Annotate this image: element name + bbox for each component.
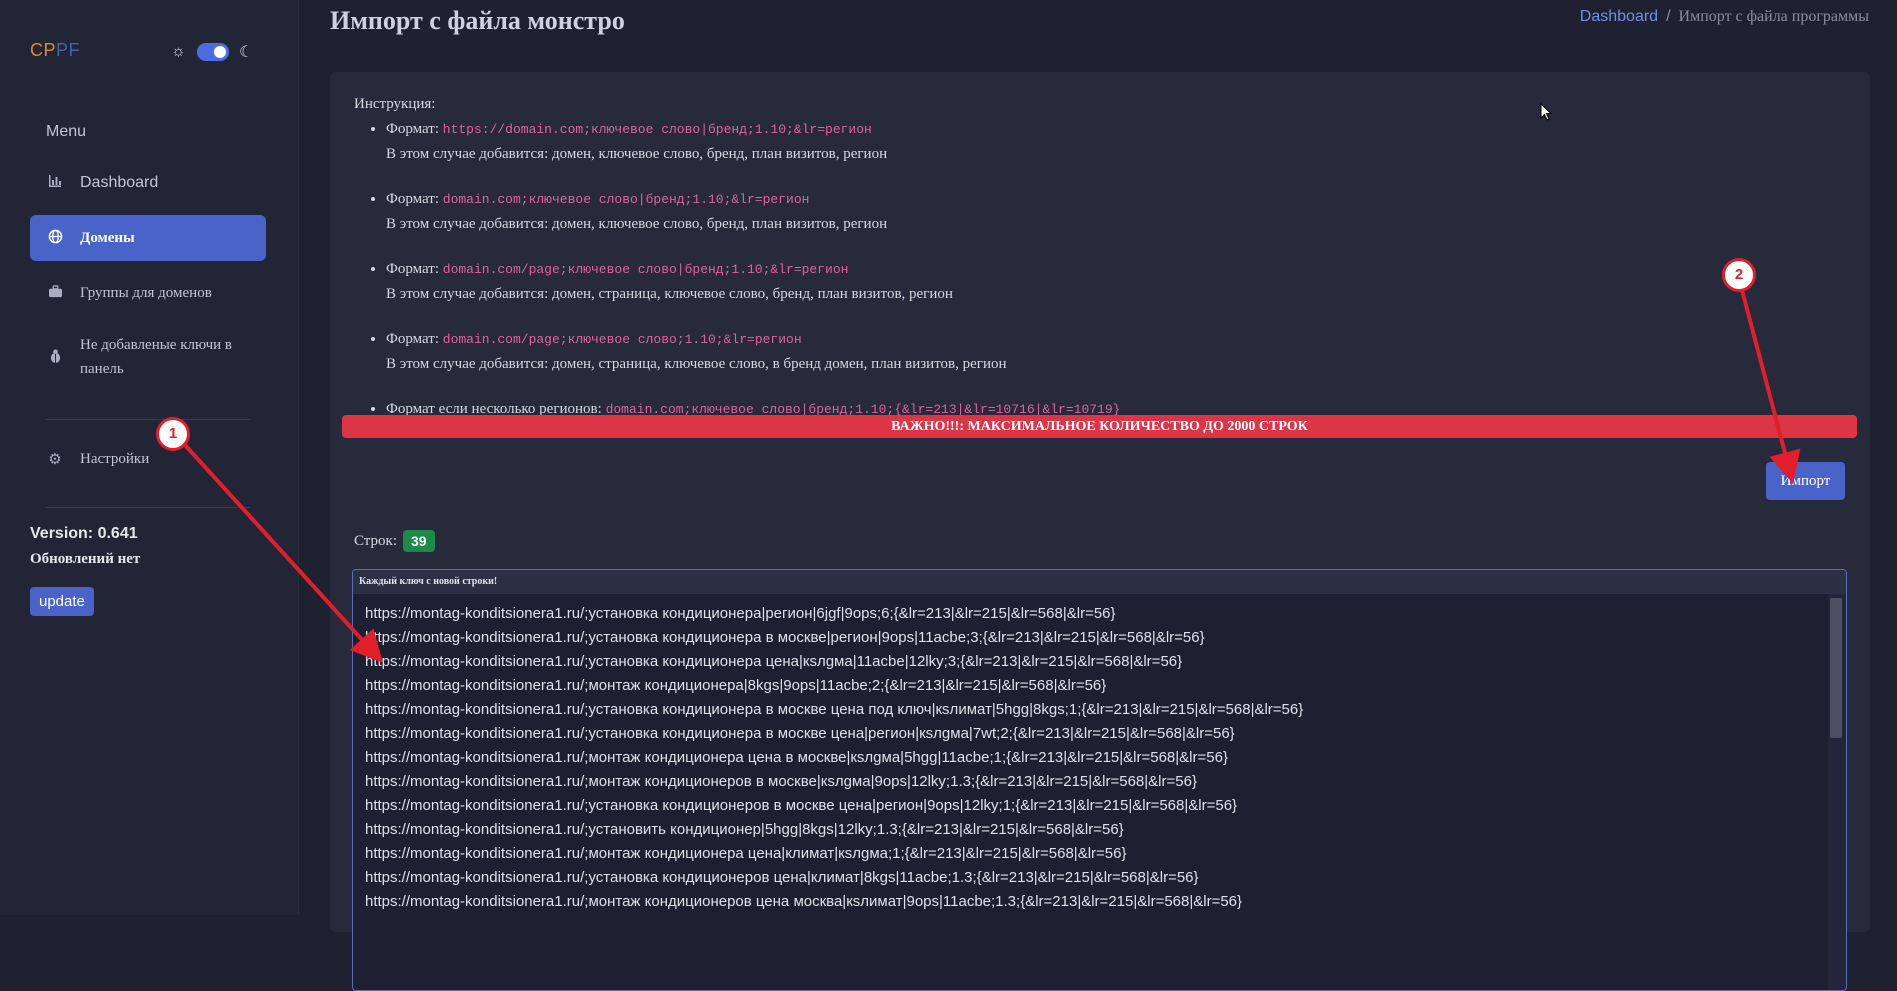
import-button[interactable]: Импорт	[1766, 462, 1845, 500]
textarea-content[interactable]: https://montag-konditsionera1.ru/;устано…	[353, 594, 1846, 922]
instruction-prefix: Формат:	[386, 331, 440, 347]
textarea-line: https://montag-konditsionera1.ru/;монтаж…	[365, 773, 1197, 790]
textarea-line: https://montag-konditsionera1.ru/;монтаж…	[365, 749, 1228, 766]
textarea-line: https://montag-konditsionera1.ru/;устано…	[365, 629, 1205, 646]
breadcrumb-separator: /	[1666, 8, 1671, 25]
instructions-list: Формат: https://domain.com;ключевое слов…	[354, 117, 1120, 422]
textarea-line: https://montag-konditsionera1.ru/;монтаж…	[365, 845, 1127, 862]
instruction-item: Формат: domain.com;ключевое слово|бренд;…	[386, 187, 1120, 236]
instructions: Инструкция: Формат: https://domain.com;к…	[354, 96, 1120, 443]
bug-icon	[46, 349, 64, 368]
instruction-note: В этом случае добавится: домен, страница…	[386, 286, 953, 302]
textarea-label: Каждый ключ с новой строки!	[353, 570, 1846, 594]
instructions-heading: Инструкция:	[354, 96, 436, 112]
logo-part-a: CP	[30, 40, 57, 60]
textarea-line: https://montag-konditsionera1.ru/;устано…	[365, 821, 1124, 838]
instruction-code: domain.com;ключевое слово|бренд;1.10;&lr…	[442, 192, 810, 207]
sidebar-item-label: Dashboard	[80, 174, 159, 191]
update-button[interactable]: update	[30, 587, 94, 616]
page-title: Импорт с файла монстро	[330, 6, 625, 35]
scrollbar-thumb[interactable]	[1830, 598, 1842, 738]
logo-part-b: PF	[56, 40, 81, 60]
instruction-prefix: Формат:	[386, 261, 440, 277]
annotation-marker-2: 2	[1722, 258, 1756, 292]
sidebar: CPPF ☼ ☾ Menu Dashboard Домены Группы дл…	[0, 0, 299, 915]
sidebar-divider	[46, 419, 250, 420]
breadcrumb-current: Импорт с файла программы	[1678, 8, 1869, 25]
sidebar-item-domain-groups[interactable]: Группы для доменов	[30, 270, 266, 316]
instruction-note: В этом случае добавится: домен, страница…	[386, 356, 1007, 372]
textarea-line: https://montag-konditsionera1.ru/;устано…	[365, 701, 1304, 718]
instruction-item: Формат: https://domain.com;ключевое слов…	[386, 117, 1120, 166]
instruction-note: В этом случае добавится: домен, ключевое…	[386, 146, 888, 162]
sidebar-item-domains[interactable]: Домены	[30, 215, 266, 261]
version-label: Version: 0.641	[30, 525, 138, 542]
app-logo[interactable]: CPPF	[30, 40, 80, 61]
sidebar-item-label: Не добавленые ключи в панель	[80, 337, 233, 377]
sidebar-item-settings[interactable]: ⚙ Настройки	[30, 436, 266, 482]
textarea-line: https://montag-konditsionera1.ru/;монтаж…	[365, 893, 1243, 910]
instruction-code: domain.com/page;ключевое слово|бренд;1.1…	[442, 262, 849, 277]
moon-icon: ☾	[239, 44, 254, 61]
instruction-item: Формат: domain.com/page;ключевое слово|б…	[386, 257, 1120, 306]
rows-label: Строк:	[354, 532, 398, 549]
sidebar-item-dashboard[interactable]: Dashboard	[30, 160, 266, 206]
textarea-line: https://montag-konditsionera1.ru/;устано…	[365, 869, 1199, 886]
instruction-note: В этом случае добавится: домен, ключевое…	[386, 216, 888, 232]
briefcase-icon	[46, 284, 64, 302]
instruction-code: https://domain.com;ключевое слово|бренд;…	[442, 122, 872, 137]
chart-icon	[46, 174, 64, 192]
gear-icon: ⚙	[48, 451, 62, 468]
import-card: Инструкция: Формат: https://domain.com;к…	[330, 72, 1870, 991]
textarea-line: https://montag-konditsionera1.ru/;устано…	[365, 725, 1235, 742]
updates-status: Обновлений нет	[30, 551, 141, 567]
sidebar-item-label: Настройки	[80, 451, 150, 467]
max-rows-warning-banner: ВАЖНО!!!: МАКСИМАЛЬНОЕ КОЛИЧЕСТВО ДО 200…	[342, 415, 1857, 438]
textarea-line: https://montag-konditsionera1.ru/;устано…	[365, 653, 1183, 670]
instruction-item: Формат: domain.com/page;ключевое слово;1…	[386, 327, 1120, 376]
textarea-line: https://montag-konditsionera1.ru/;устано…	[365, 797, 1238, 814]
sidebar-divider	[46, 507, 250, 508]
sidebar-item-label: Группы для доменов	[80, 285, 212, 301]
sidebar-item-label: Домены	[80, 230, 135, 246]
textarea-line: https://montag-konditsionera1.ru/;монтаж…	[365, 677, 1107, 694]
breadcrumb-home-link[interactable]: Dashboard	[1580, 8, 1658, 25]
menu-title: Menu	[46, 123, 87, 140]
breadcrumb: Dashboard / Импорт с файла программы	[1580, 8, 1869, 26]
instruction-code: domain.com/page;ключевое слово;1.10;&lr=…	[442, 332, 802, 347]
globe-icon	[46, 229, 64, 248]
theme-switcher: ☼ ☾	[171, 42, 253, 62]
sidebar-item-missing-keys[interactable]: Не добавленые ключи в панель	[30, 333, 266, 389]
keys-textarea[interactable]: Каждый ключ с новой строки! https://mont…	[352, 569, 1847, 991]
textarea-line: https://montag-konditsionera1.ru/;устано…	[365, 605, 1116, 622]
rows-counter: Строк: 39	[354, 530, 435, 552]
rows-count-badge: 39	[403, 530, 435, 552]
sun-icon: ☼	[171, 43, 186, 60]
theme-toggle[interactable]	[197, 43, 229, 61]
mouse-cursor-icon	[1540, 103, 1552, 121]
instruction-prefix: Формат:	[386, 191, 440, 207]
annotation-marker-1: 1	[156, 417, 190, 451]
instruction-prefix: Формат:	[386, 121, 440, 137]
